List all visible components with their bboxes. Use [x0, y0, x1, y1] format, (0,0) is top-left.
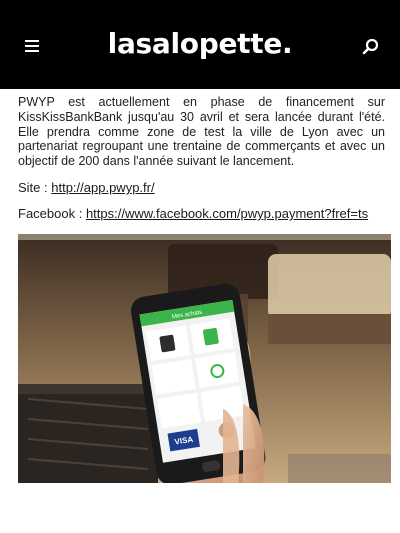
facebook-line: Facebook : https://www.facebook.com/pwyp… — [18, 206, 385, 221]
article-photo: Mes achats VISA — [18, 233, 391, 483]
site-logo[interactable]: lasalopette. — [0, 27, 400, 60]
search-icon[interactable] — [362, 38, 380, 56]
facebook-label: Facebook : — [18, 205, 86, 221]
top-navigation-bar: lasalopette. — [0, 0, 400, 89]
article-paragraph: PWYP est actuellement en phase de financ… — [18, 95, 385, 169]
facebook-link[interactable]: https://www.facebook.com/pwyp.payment?fr… — [86, 206, 368, 221]
site-label: Site : — [18, 179, 52, 195]
site-link[interactable]: http://app.pwyp.fr/ — [51, 180, 154, 195]
site-line: Site : http://app.pwyp.fr/ — [18, 180, 385, 195]
hand-holding-phone-illustration: Mes achats VISA — [18, 233, 391, 483]
article-content: PWYP est actuellement en phase de financ… — [0, 89, 400, 221]
